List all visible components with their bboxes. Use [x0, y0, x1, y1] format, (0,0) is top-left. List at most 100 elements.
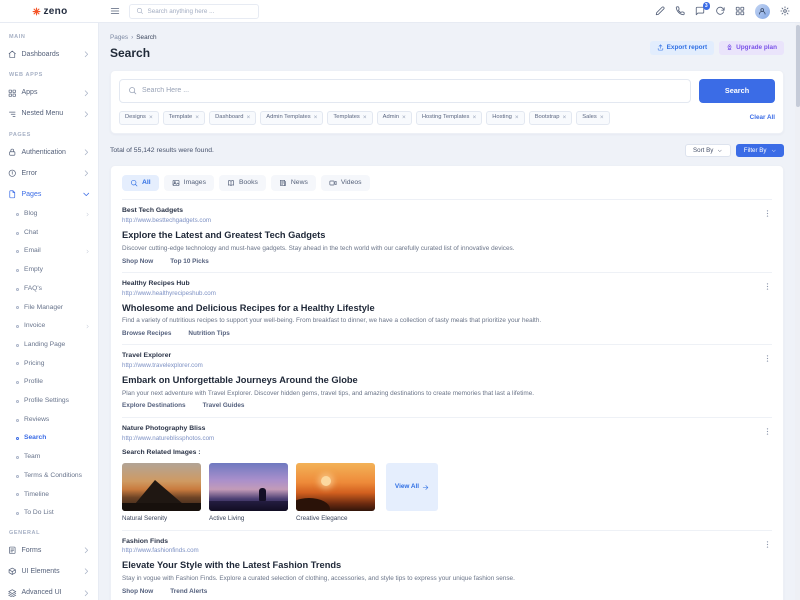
tab-news[interactable]: News	[271, 175, 316, 191]
search-button[interactable]: Search	[699, 79, 775, 103]
breadcrumb-pages[interactable]: Pages	[110, 34, 128, 42]
sidebar-item-pages[interactable]: Pages	[0, 184, 98, 205]
filter-tag-sales[interactable]: Sales×	[576, 111, 609, 126]
sidebar-item-forms[interactable]: Forms	[0, 540, 98, 561]
refresh-icon[interactable]	[715, 6, 725, 16]
sidebar-subitem-search[interactable]: Search	[0, 429, 98, 448]
sidebar-subitem-empty[interactable]: Empty	[0, 261, 98, 280]
result-action-link[interactable]: Trend Alerts	[170, 588, 207, 596]
close-icon[interactable]: ×	[472, 115, 476, 122]
result-action-link[interactable]: Browse Recipes	[122, 330, 171, 338]
related-image[interactable]: Natural Serenity	[122, 463, 201, 523]
sidebar-subitem-email[interactable]: Email	[0, 242, 98, 261]
sidebar-subitem-blog[interactable]: Blog	[0, 205, 98, 224]
result-action-link[interactable]: Top 10 Picks	[170, 258, 209, 266]
phone-icon[interactable]	[675, 6, 685, 16]
close-icon[interactable]: ×	[195, 115, 199, 122]
sidebar-subitem-pricing[interactable]: Pricing	[0, 355, 98, 374]
tab-all[interactable]: All	[122, 175, 159, 191]
chat-icon[interactable]: 3	[695, 6, 705, 16]
sidebar-item-apps[interactable]: Apps	[0, 82, 98, 103]
filter-tag-admin-templates[interactable]: Admin Templates×	[260, 111, 323, 126]
result-action-link[interactable]: Shop Now	[122, 258, 153, 266]
search-field[interactable]	[119, 79, 691, 103]
menu-toggle-icon[interactable]	[110, 6, 120, 16]
sidebar-item-authentication[interactable]: Authentication	[0, 142, 98, 163]
upgrade-plan-button[interactable]: Upgrade plan	[719, 41, 784, 55]
tab-images[interactable]: Images	[164, 175, 214, 191]
filter-tag-bootstrap[interactable]: Bootstrap×	[529, 111, 573, 126]
result-title[interactable]: Explore the Latest and Greatest Tech Gad…	[122, 229, 758, 241]
sidebar-item-dashboards[interactable]: Dashboards	[0, 44, 98, 65]
sidebar-subitem-chat[interactable]: Chat	[0, 224, 98, 243]
result-title[interactable]: Wholesome and Delicious Recipes for a He…	[122, 302, 758, 314]
result-action-link[interactable]: Nutrition Tips	[188, 330, 229, 338]
result-url[interactable]: http://www.natureblissphotos.com	[122, 435, 758, 443]
result-action-link[interactable]: Travel Guides	[203, 402, 245, 410]
clear-all-link[interactable]: Clear All	[750, 114, 775, 122]
sidebar-item-advanced-ui[interactable]: Advanced UI	[0, 582, 98, 600]
sidebar-subitem-team[interactable]: Team	[0, 448, 98, 467]
result-action-link[interactable]: Explore Destinations	[122, 402, 186, 410]
filter-tag-templates[interactable]: Templates×	[327, 111, 372, 126]
sidebar-subitem-terms-conditions[interactable]: Terms & Conditions	[0, 467, 98, 486]
sidebar-subitem-profile-settings[interactable]: Profile Settings	[0, 392, 98, 411]
close-icon[interactable]: ×	[515, 115, 519, 122]
filter-tag-dashboard[interactable]: Dashboard×	[209, 111, 256, 126]
kebab-menu-icon[interactable]	[763, 209, 772, 218]
close-icon[interactable]: ×	[149, 115, 153, 122]
close-icon[interactable]: ×	[314, 115, 318, 122]
tab-videos[interactable]: Videos	[321, 175, 370, 191]
result-url[interactable]: http://www.besttechgadgets.com	[122, 217, 758, 225]
filter-tag-admin[interactable]: Admin×	[377, 111, 412, 126]
related-image[interactable]: Creative Elegance	[296, 463, 375, 523]
close-icon[interactable]: ×	[363, 115, 367, 122]
view-all-button[interactable]: View All	[386, 463, 438, 511]
sidebar-subitem-file-manager[interactable]: File Manager	[0, 299, 98, 318]
tab-books[interactable]: Books	[219, 175, 266, 191]
sidebar-subitem-landing-page[interactable]: Landing Page	[0, 336, 98, 355]
result-title[interactable]: Elevate Your Style with the Latest Fashi…	[122, 559, 758, 571]
image-thumbnail[interactable]	[296, 463, 375, 511]
kebab-menu-icon[interactable]	[763, 427, 772, 436]
filter-by-button[interactable]: Filter By	[736, 144, 784, 157]
search-input[interactable]	[142, 87, 682, 94]
sidebar-item-ui-elements[interactable]: UI Elements	[0, 561, 98, 582]
sidebar-subitem-to-do-list[interactable]: To Do List	[0, 504, 98, 523]
sidebar-subitem-timeline[interactable]: Timeline	[0, 486, 98, 505]
compose-icon[interactable]	[655, 6, 665, 16]
topbar-search[interactable]	[129, 4, 259, 19]
gear-icon[interactable]	[780, 6, 790, 16]
avatar[interactable]	[755, 4, 770, 19]
result-title[interactable]: Embark on Unforgettable Journeys Around …	[122, 374, 758, 386]
sort-by-button[interactable]: Sort By	[685, 144, 731, 157]
result-url[interactable]: http://www.fashionfinds.com	[122, 547, 758, 555]
sidebar-subitem-reviews[interactable]: Reviews	[0, 411, 98, 430]
result-url[interactable]: http://www.travelexplorer.com	[122, 362, 758, 370]
filter-tag-hosting[interactable]: Hosting×	[486, 111, 524, 126]
sidebar-subitem-faq-s[interactable]: FAQ's	[0, 280, 98, 299]
result-url[interactable]: http://www.healthyrecipeshub.com	[122, 290, 758, 298]
kebab-menu-icon[interactable]	[763, 282, 772, 291]
image-thumbnail[interactable]	[122, 463, 201, 511]
sidebar-subitem-invoice[interactable]: Invoice	[0, 317, 98, 336]
scrollbar-thumb[interactable]	[796, 25, 800, 107]
result-action-link[interactable]: Shop Now	[122, 588, 153, 596]
sidebar-item-nested-menu[interactable]: Nested Menu	[0, 103, 98, 124]
related-image[interactable]: Active Living	[209, 463, 288, 523]
image-thumbnail[interactable]	[209, 463, 288, 511]
close-icon[interactable]: ×	[402, 115, 406, 122]
close-icon[interactable]: ×	[246, 115, 250, 122]
close-icon[interactable]: ×	[600, 115, 604, 122]
sidebar-item-error[interactable]: Error	[0, 163, 98, 184]
sidebar-subitem-profile[interactable]: Profile	[0, 373, 98, 392]
filter-tag-template[interactable]: Template×	[163, 111, 205, 126]
scrollbar-track[interactable]	[795, 23, 800, 600]
filter-tag-designs[interactable]: Designs×	[119, 111, 159, 126]
topbar-search-input[interactable]	[148, 8, 253, 15]
kebab-menu-icon[interactable]	[763, 354, 772, 363]
filter-tag-hosting-templates[interactable]: Hosting Templates×	[416, 111, 482, 126]
brand-logo[interactable]: zeno	[0, 5, 99, 18]
apps-grid-icon[interactable]	[735, 6, 745, 16]
export-report-button[interactable]: Export report	[650, 41, 714, 55]
